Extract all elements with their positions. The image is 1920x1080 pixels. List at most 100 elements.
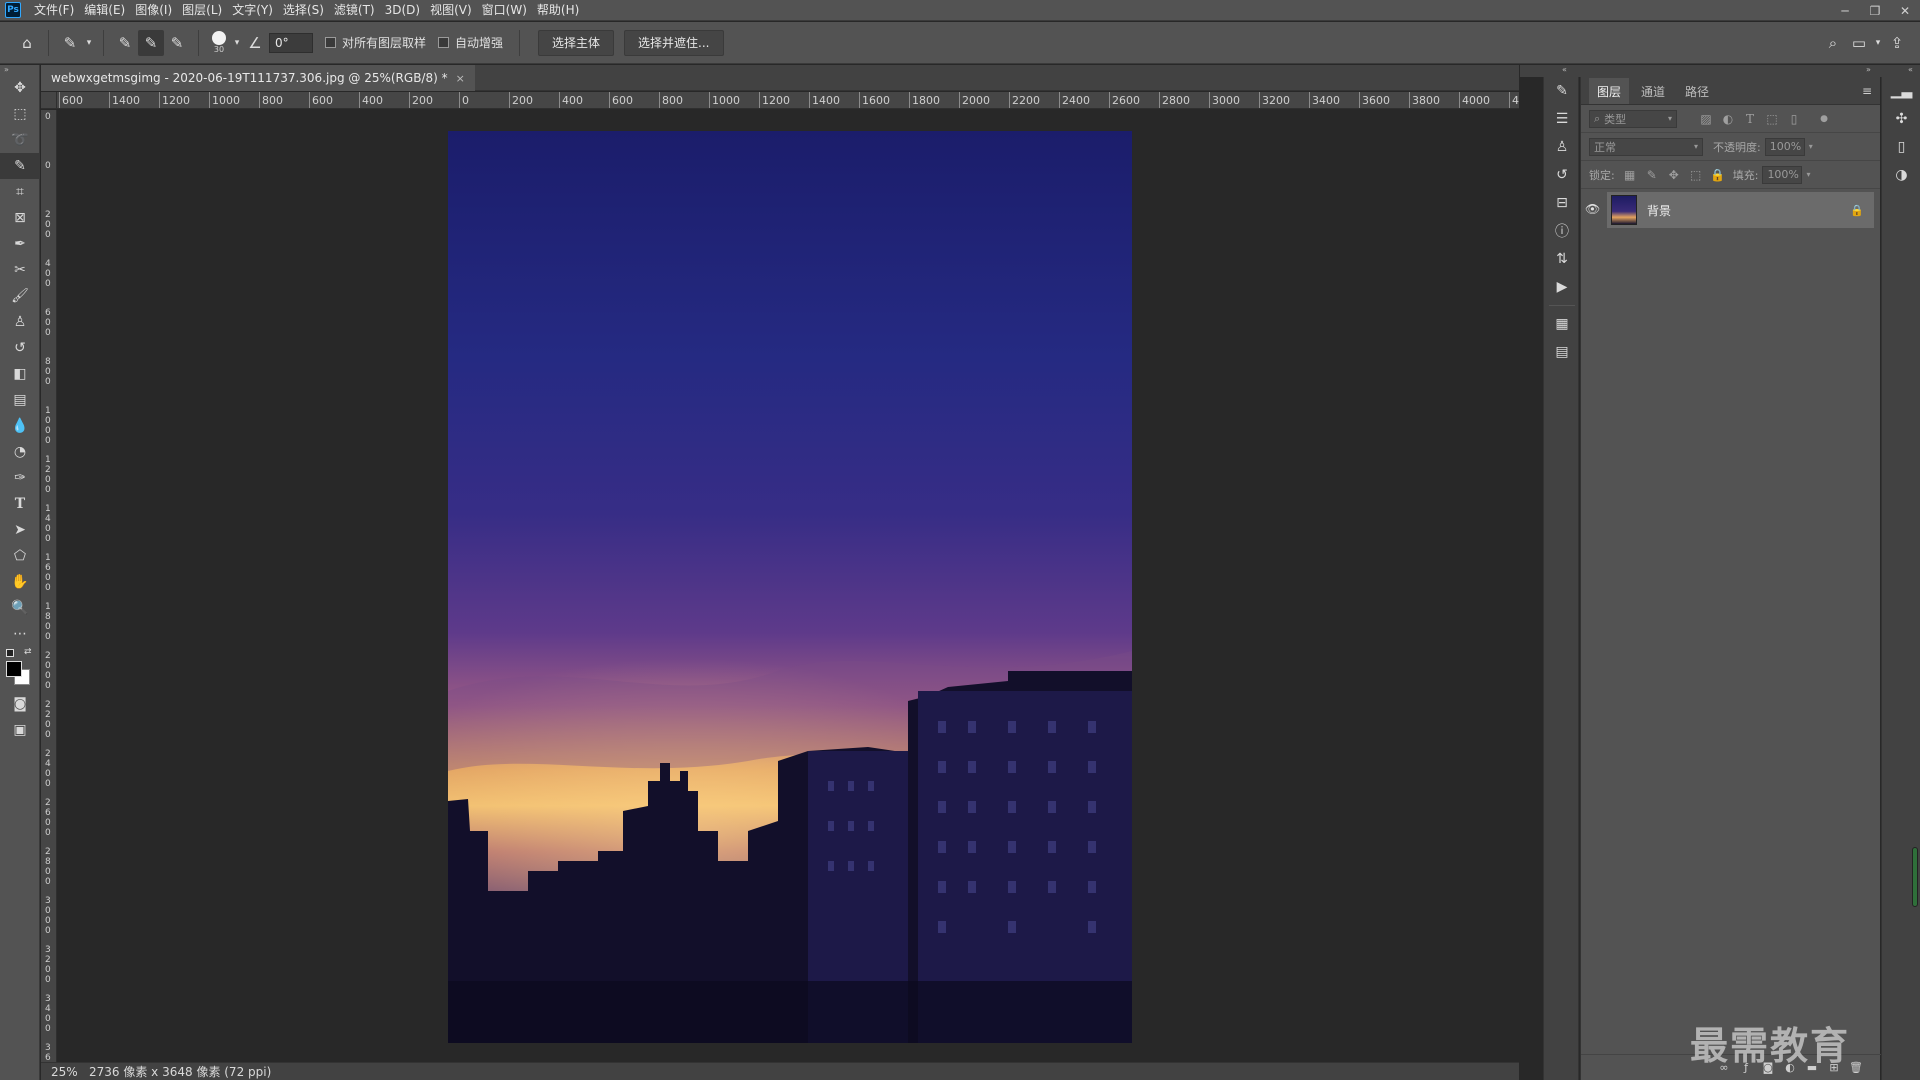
collapse-icon[interactable]: « (1908, 65, 1913, 74)
color-swatches[interactable]: ⇄ (0, 647, 39, 691)
select-subject-button[interactable]: 选择主体 (538, 29, 615, 56)
tab-layers[interactable]: 图层 (1589, 78, 1630, 104)
shape-tool-icon[interactable]: ⬠ (0, 543, 40, 569)
default-colors-icon[interactable] (6, 649, 14, 657)
auto-enhance-checkbox[interactable]: 自动增强 (438, 34, 503, 51)
angle-input[interactable]: 0° (269, 32, 313, 53)
zoom-tool-icon[interactable]: 🔍 (0, 595, 40, 621)
dodge-tool-icon[interactable]: ◔ (0, 439, 40, 465)
layer-name[interactable]: 背景 (1647, 202, 1671, 219)
path-selection-tool-icon[interactable]: ➤ (0, 517, 40, 543)
navigator-icon[interactable]: ✣ (1882, 105, 1920, 133)
visibility-eye-icon[interactable]: 👁 (1585, 202, 1600, 216)
chevron-down-icon[interactable]: ▾ (231, 30, 243, 56)
search-icon[interactable]: ⌕ (1820, 30, 1846, 56)
tool-preset-picker-icon[interactable]: ✎ (57, 30, 83, 56)
menu-type[interactable]: 文字(Y) (227, 0, 278, 21)
healing-brush-tool-icon[interactable]: ✂ (0, 257, 40, 283)
document-tab[interactable]: webwxgetmsgimg - 2020-06-19T111737.306.j… (41, 65, 475, 91)
checkbox-box[interactable] (438, 37, 450, 48)
restore-button[interactable]: ❐ (1860, 0, 1890, 21)
ruler-origin[interactable] (41, 92, 57, 109)
quick-mask-icon[interactable]: ◙ (0, 691, 40, 717)
menu-edit[interactable]: 编辑(E) (79, 0, 130, 21)
tab-channels[interactable]: 通道 (1633, 78, 1673, 104)
clone-source-icon[interactable]: ♙ (1544, 133, 1580, 161)
select-and-mask-button[interactable]: 选择并遮住... (624, 29, 724, 56)
move-tool-icon[interactable]: ✥ (0, 75, 40, 101)
info-icon[interactable]: ⓘ (1544, 217, 1580, 245)
chevron-down-icon[interactable]: ▾ (1809, 142, 1813, 151)
lock-artboard-icon[interactable]: ⬚ (1685, 168, 1707, 182)
brush-size-picker[interactable]: 30 (207, 31, 231, 54)
horizontal-ruler[interactable]: 600 1400 1200 1000 800 600 400 200 0 200 400 600 800… (57, 92, 1519, 109)
lock-icon[interactable]: 🔒 (1850, 204, 1864, 217)
expand-panel-icon[interactable]: » (0, 65, 39, 75)
libraries-icon[interactable]: ▦ (1544, 310, 1580, 338)
document-image[interactable] (448, 131, 1132, 1043)
play-icon[interactable]: ▶ (1544, 273, 1580, 301)
adjustment-layer-filter-icon[interactable]: ◐ (1717, 112, 1739, 126)
hand-tool-icon[interactable]: ✋ (0, 569, 40, 595)
histogram-icon[interactable]: ▁▃ (1882, 77, 1920, 105)
character-icon[interactable]: ▯ (1882, 133, 1920, 161)
panel-menu-icon[interactable]: ≡ (1862, 84, 1872, 98)
lock-position-icon[interactable]: ✥ (1663, 168, 1685, 182)
new-selection-icon[interactable]: ✎ (112, 30, 138, 56)
quick-selection-tool-icon[interactable]: ✎ (0, 153, 40, 179)
document-info[interactable]: 2736 像素 x 3648 像素 (72 ppi) (81, 1063, 271, 1080)
eraser-tool-icon[interactable]: ◧ (0, 361, 40, 387)
history-brush-tool-icon[interactable]: ↺ (0, 335, 40, 361)
home-icon[interactable]: ⌂ (14, 30, 40, 56)
eyedropper-tool-icon[interactable]: ✒ (0, 231, 40, 257)
layer-thumbnail[interactable] (1611, 195, 1637, 225)
crop-tool-icon[interactable]: ⌗ (0, 179, 40, 205)
actions-icon[interactable]: ⇅ (1544, 245, 1580, 273)
menu-layer[interactable]: 图层(L) (177, 0, 227, 21)
chevron-down-icon[interactable]: ▾ (1872, 30, 1884, 56)
screen-mode-icon[interactable]: ▣ (0, 717, 40, 743)
add-to-selection-icon[interactable]: ✎ (138, 29, 164, 56)
lasso-tool-icon[interactable]: ➰ (0, 127, 40, 153)
blend-mode-select[interactable]: 正常 ▾ (1589, 137, 1703, 156)
type-tool-icon[interactable]: T (0, 491, 40, 517)
menu-help[interactable]: 帮助(H) (532, 0, 584, 21)
menu-filter[interactable]: 滤镜(T) (329, 0, 380, 21)
history-icon[interactable]: ↺ (1544, 161, 1580, 189)
menu-image[interactable]: 图像(I) (130, 0, 177, 21)
pen-tool-icon[interactable]: ✑ (0, 465, 40, 491)
collapse-icon[interactable]: » (1866, 65, 1871, 74)
subtract-from-selection-icon[interactable]: ✎ (164, 30, 190, 56)
menu-window[interactable]: 窗口(W) (477, 0, 532, 21)
sample-all-layers-checkbox[interactable]: 对所有图层取样 (325, 34, 426, 51)
blur-tool-icon[interactable]: 💧 (0, 413, 40, 439)
lock-pixels-icon[interactable]: ✎ (1641, 168, 1663, 182)
layer-filter-select[interactable]: ⌕ 类型 ▾ (1589, 109, 1677, 128)
close-tab-icon[interactable]: × (456, 72, 465, 85)
notes-icon[interactable]: ▤ (1544, 338, 1580, 366)
share-icon[interactable]: ⇪ (1884, 30, 1910, 56)
opacity-input[interactable]: 100% (1764, 137, 1805, 156)
vertical-ruler[interactable]: 0 0 200 400 600 800 1000 1200 1400 1600 1800 2000 22… (41, 110, 57, 1062)
menu-view[interactable]: 视图(V) (425, 0, 477, 21)
menu-3d[interactable]: 3D(D) (380, 0, 425, 21)
clone-stamp-tool-icon[interactable]: ♙ (0, 309, 40, 335)
menu-select[interactable]: 选择(S) (278, 0, 329, 21)
chevron-down-icon[interactable]: ▾ (83, 30, 95, 56)
close-window-button[interactable]: ✕ (1890, 0, 1920, 21)
pixel-layer-filter-icon[interactable]: ▨ (1695, 112, 1717, 126)
zoom-level[interactable]: 25% (41, 1065, 81, 1079)
checkbox-box[interactable] (325, 37, 336, 48)
marquee-tool-icon[interactable]: ⬚ (0, 101, 40, 127)
foreground-color-swatch[interactable] (6, 661, 22, 677)
workspace-icon[interactable]: ▭ (1846, 30, 1872, 56)
menu-file[interactable]: 文件(F) (29, 0, 79, 21)
vertical-scrollbar[interactable] (1912, 847, 1918, 907)
color-icon[interactable]: ◑ (1882, 161, 1920, 189)
properties-icon[interactable]: ⊟ (1544, 189, 1580, 217)
gradient-tool-icon[interactable]: ▤ (0, 387, 40, 413)
layer-row-background[interactable]: 👁 背景 🔒 (1585, 192, 1874, 228)
smart-object-filter-icon[interactable]: ▯ (1783, 112, 1805, 126)
type-layer-filter-icon[interactable]: T (1739, 112, 1761, 126)
frame-tool-icon[interactable]: ⊠ (0, 205, 40, 231)
